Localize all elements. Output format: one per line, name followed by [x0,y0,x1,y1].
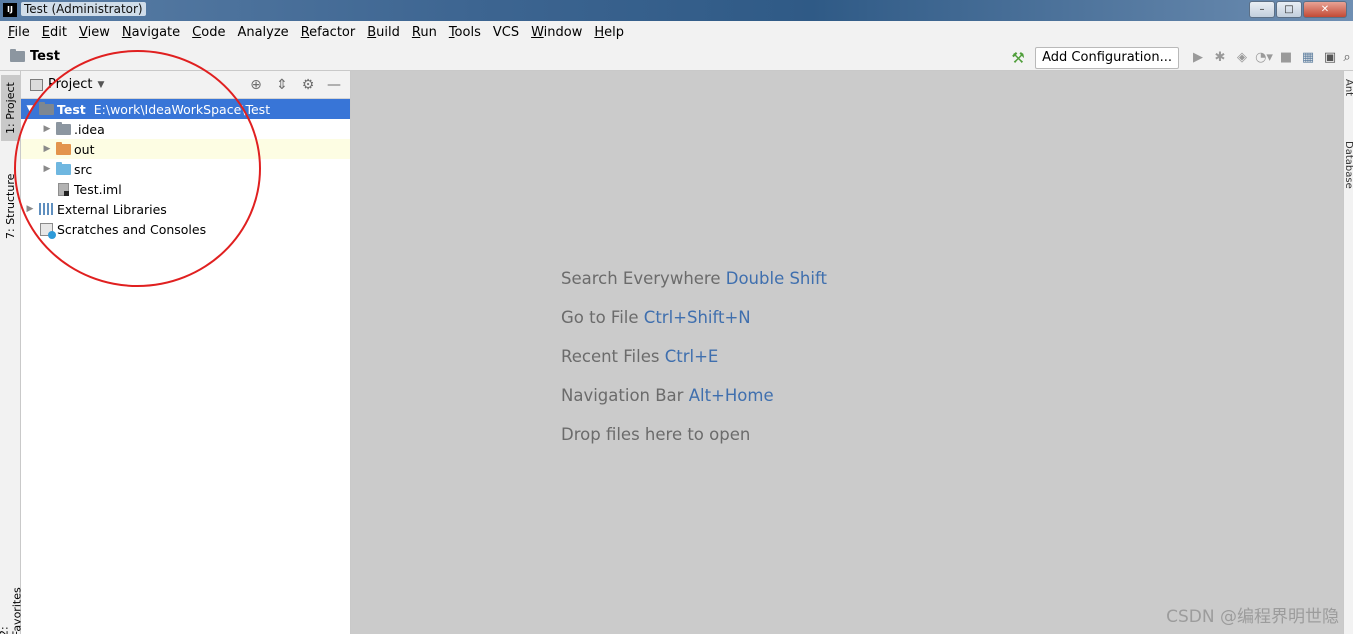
project-folder-icon [10,49,25,62]
chevron-down-icon: ▼ [97,79,105,90]
run-icon[interactable]: ▶ [1187,47,1209,69]
tree-node-iml[interactable]: Test.iml [21,179,350,199]
navigation-bar: Test ⚒ Add Configuration... ▶ ✱ ◈ ◔▾ ■ ▦… [0,44,1353,71]
right-tool-stripe: Ant Database [1343,71,1353,634]
tool-tab-project[interactable]: 1: Project [1,75,20,141]
hide-panel-icon[interactable]: — [324,75,344,95]
maximize-button[interactable]: □ [1276,1,1302,18]
tool-tab-database[interactable]: Database [1344,141,1353,201]
hint-go-to-file: Go to File Ctrl+Shift+N [561,308,751,327]
scratches-icon [39,222,56,239]
menu-analyze[interactable]: Analyze [231,21,294,44]
menu-edit[interactable]: Edit [36,21,73,44]
collapsed-arrow-icon[interactable]: ▶ [40,144,54,154]
source-folder-icon [55,161,71,175]
tree-node-src[interactable]: ▶ src [21,159,350,179]
hint-search-everywhere: Search Everywhere Double Shift [561,269,827,288]
module-folder-icon [38,101,54,115]
tree-node-scratches[interactable]: Scratches and Consoles [21,219,350,239]
excluded-folder-icon [55,141,71,155]
breadcrumb-project[interactable]: Test [10,49,60,64]
breadcrumb-label: Test [30,49,60,64]
minimize-button[interactable]: – [1249,1,1275,18]
profile-dropdown-icon[interactable]: ◔▾ [1253,47,1275,69]
add-configuration-button[interactable]: Add Configuration... [1035,46,1179,69]
menu-vcs[interactable]: VCS [487,21,525,44]
window-title: Test (Administrator) [21,2,146,16]
stop-icon[interactable]: ■ [1275,47,1297,69]
menu-view[interactable]: View [73,21,116,44]
intellij-app-icon: IJ [3,3,17,17]
debug-icon[interactable]: ✱ [1209,47,1231,69]
layout-icon[interactable]: ▣ [1319,47,1341,69]
close-window-button[interactable]: ✕ [1303,1,1347,18]
collapsed-arrow-icon[interactable]: ▶ [23,204,37,214]
coverage-icon[interactable]: ◈ [1231,47,1253,69]
hint-recent-files: Recent Files Ctrl+E [561,347,719,366]
csdn-watermark: CSDN @编程界明世隐 [1166,607,1339,627]
project-tool-window: Project ▼ ⊕ ⇕ ⚙ — ▼ Test E:\work\IdeaWor… [21,71,351,634]
gear-icon[interactable]: ⚙ [298,75,318,95]
tool-tab-ant[interactable]: Ant [1344,79,1353,109]
menu-refactor[interactable]: Refactor [295,21,362,44]
expand-arrow-icon[interactable]: ▼ [23,104,37,114]
project-view-selector[interactable]: Project ▼ [30,77,104,92]
left-tool-stripe: 1: Project 7: Structure 2: Favorites [0,71,24,634]
project-panel-header: Project ▼ ⊕ ⇕ ⚙ — [21,71,350,99]
menu-tools[interactable]: Tools [443,21,487,44]
project-structure-icon[interactable]: ▦ [1297,47,1319,69]
iml-file-icon [57,182,69,196]
window-title-bar: IJ Test (Administrator) – □ ✕ [0,0,1353,21]
menu-code[interactable]: Code [186,21,231,44]
menu-help[interactable]: Help [588,21,630,44]
editor-empty-area[interactable]: Search Everywhere Double Shift Go to Fil… [351,71,1343,634]
tool-tab-favorites[interactable]: 2: Favorites [0,588,24,634]
search-icon[interactable]: ⌕ [1341,47,1353,69]
tree-node-out[interactable]: ▶ out [21,139,350,159]
menu-bar: File Edit View Navigate Code Analyze Ref… [0,21,1353,44]
menu-build[interactable]: Build [361,21,406,44]
menu-window[interactable]: Window [525,21,588,44]
tree-node-external-libraries[interactable]: ▶ External Libraries [21,199,350,219]
menu-run[interactable]: Run [406,21,443,44]
hint-drop-files: Drop files here to open [561,425,751,444]
tree-node-root[interactable]: ▼ Test E:\work\IdeaWorkSpace\Test [21,99,350,119]
locate-target-icon[interactable]: ⊕ [246,75,266,95]
project-view-icon [30,78,43,91]
folder-icon [55,121,71,135]
library-icon [39,203,53,215]
menu-navigate[interactable]: Navigate [116,21,186,44]
collapsed-arrow-icon[interactable]: ▶ [40,124,54,134]
project-tree: ▼ Test E:\work\IdeaWorkSpace\Test ▶ .ide… [21,99,350,239]
build-hammer-icon[interactable]: ⚒ [1007,47,1029,69]
tool-tab-structure[interactable]: 7: Structure [1,165,20,247]
tree-node-idea[interactable]: ▶ .idea [21,119,350,139]
collapse-all-icon[interactable]: ⇕ [272,75,292,95]
collapsed-arrow-icon[interactable]: ▶ [40,164,54,174]
menu-file[interactable]: File [2,21,36,44]
hint-navigation-bar: Navigation Bar Alt+Home [561,386,774,405]
